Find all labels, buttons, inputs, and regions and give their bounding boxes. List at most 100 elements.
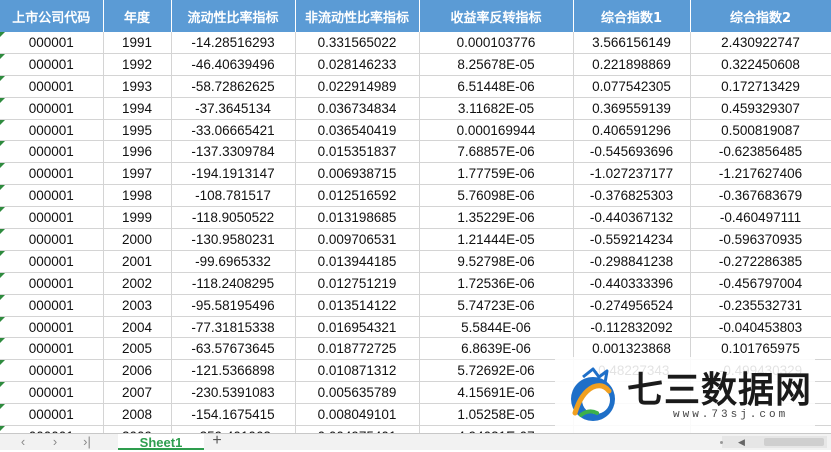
table-cell[interactable]: 1992 xyxy=(103,53,172,76)
table-cell[interactable]: 2007 xyxy=(103,381,172,405)
table-cell[interactable]: 1.05258E-05 xyxy=(419,403,574,427)
scroll-left-icon[interactable]: ◀ xyxy=(738,436,745,448)
table-cell[interactable]: 0.500819087 xyxy=(690,119,831,142)
table-cell[interactable]: -63.57673645 xyxy=(171,337,296,361)
table-cell[interactable]: 000001 xyxy=(0,381,104,405)
table-cell[interactable]: 000001 xyxy=(0,97,104,120)
table-cell[interactable]: 2008 xyxy=(103,403,172,427)
table-cell[interactable]: 0.012516592 xyxy=(295,184,420,208)
table-cell[interactable]: -0.440333396 xyxy=(573,272,691,295)
table-cell[interactable]: -0.376825303 xyxy=(573,184,691,208)
table-cell[interactable]: -0.112832092 xyxy=(573,316,691,339)
table-cell[interactable]: -0.040453803 xyxy=(690,316,831,339)
column-header[interactable]: 收益率反转指标 xyxy=(419,0,574,32)
table-cell[interactable]: 000001 xyxy=(0,316,104,339)
table-cell[interactable]: 2002 xyxy=(103,272,172,295)
table-cell[interactable]: 8.25678E-05 xyxy=(419,53,574,76)
table-cell[interactable]: 0.077542305 xyxy=(573,75,691,98)
table-cell[interactable]: -0.274956524 xyxy=(573,294,691,317)
table-cell[interactable]: 0.013514122 xyxy=(295,294,420,317)
add-sheet-button[interactable]: + xyxy=(208,433,226,449)
table-cell[interactable]: 000001 xyxy=(0,140,104,164)
table-cell[interactable]: 000001 xyxy=(0,250,104,273)
column-header[interactable]: 年度 xyxy=(103,0,172,32)
table-cell[interactable]: 3.11682E-05 xyxy=(419,97,574,120)
table-cell[interactable]: 1995 xyxy=(103,119,172,142)
table-cell[interactable]: -0.272286385 xyxy=(690,250,831,273)
table-cell[interactable]: 5.76098E-06 xyxy=(419,184,574,208)
table-cell[interactable]: -95.58195496 xyxy=(171,294,296,317)
table-cell[interactable]: 1.77759E-06 xyxy=(419,162,574,186)
table-cell[interactable]: 000001 xyxy=(0,403,104,427)
table-cell[interactable]: 5.74723E-06 xyxy=(419,294,574,317)
table-cell[interactable]: 5.5844E-06 xyxy=(419,316,574,339)
table-cell[interactable]: 1994 xyxy=(103,97,172,120)
table-cell[interactable]: 0.018772725 xyxy=(295,337,420,361)
table-cell[interactable]: 1996 xyxy=(103,140,172,164)
table-cell[interactable]: 000001 xyxy=(0,294,104,317)
table-cell[interactable]: -0.460497111 xyxy=(690,206,831,230)
table-cell[interactable]: 000001 xyxy=(0,272,104,295)
table-cell[interactable]: 1993 xyxy=(103,75,172,98)
table-cell[interactable]: 0.015351837 xyxy=(295,140,420,164)
table-cell[interactable]: 0.369559139 xyxy=(573,97,691,120)
table-cell[interactable]: 2000 xyxy=(103,228,172,251)
next-sheet-nav-icon[interactable]: › xyxy=(46,434,64,450)
table-cell[interactable]: 000001 xyxy=(0,53,104,76)
table-cell[interactable]: -0.545693696 xyxy=(573,140,691,164)
table-cell[interactable]: 000001 xyxy=(0,75,104,98)
table-cell[interactable]: 2003 xyxy=(103,294,172,317)
table-cell[interactable]: 000001 xyxy=(0,184,104,208)
table-cell[interactable]: 0.000103776 xyxy=(419,32,574,54)
table-cell[interactable]: 9.52798E-06 xyxy=(419,250,574,273)
table-cell[interactable]: 5.72692E-06 xyxy=(419,359,574,383)
tab-sheet1[interactable]: Sheet1 xyxy=(118,434,204,450)
table-cell[interactable]: 0.036540419 xyxy=(295,119,420,142)
table-cell[interactable]: -118.9050522 xyxy=(171,206,296,230)
table-cell[interactable]: 6.51448E-06 xyxy=(419,75,574,98)
table-cell[interactable]: -46.40639496 xyxy=(171,53,296,76)
table-cell[interactable]: -108.781517 xyxy=(171,184,296,208)
table-cell[interactable]: 0.022914989 xyxy=(295,75,420,98)
table-cell[interactable]: 2006 xyxy=(103,359,172,383)
table-cell[interactable]: -121.5366898 xyxy=(171,359,296,383)
table-cell[interactable]: 0.005635789 xyxy=(295,381,420,405)
first-sheet-nav-icon[interactable]: ‹ xyxy=(14,434,32,450)
table-cell[interactable]: 6.8639E-06 xyxy=(419,337,574,361)
table-cell[interactable]: 000001 xyxy=(0,32,104,54)
table-cell[interactable]: 1998 xyxy=(103,184,172,208)
table-cell[interactable]: 000001 xyxy=(0,337,104,361)
table-cell[interactable]: -99.6965332 xyxy=(171,250,296,273)
table-cell[interactable]: 0.322450608 xyxy=(690,53,831,76)
table-cell[interactable]: -1.217627406 xyxy=(690,162,831,186)
table-cell[interactable]: -0.298841238 xyxy=(573,250,691,273)
table-cell[interactable]: -0.456797004 xyxy=(690,272,831,295)
table-cell[interactable]: 0.012751219 xyxy=(295,272,420,295)
last-sheet-nav-icon[interactable]: ›| xyxy=(78,434,96,450)
table-cell[interactable]: -137.3309784 xyxy=(171,140,296,164)
table-cell[interactable]: -0.235532731 xyxy=(690,294,831,317)
table-cell[interactable]: -0.440367132 xyxy=(573,206,691,230)
table-cell[interactable]: 0.013944185 xyxy=(295,250,420,273)
table-cell[interactable]: 0.008049101 xyxy=(295,403,420,427)
table-cell[interactable]: 7.68857E-06 xyxy=(419,140,574,164)
table-cell[interactable]: -33.06665421 xyxy=(171,119,296,142)
table-cell[interactable]: -194.1913147 xyxy=(171,162,296,186)
table-cell[interactable]: -0.596370935 xyxy=(690,228,831,251)
table-cell[interactable]: 2005 xyxy=(103,337,172,361)
table-cell[interactable]: -230.5391083 xyxy=(171,381,296,405)
table-cell[interactable]: 2001 xyxy=(103,250,172,273)
table-cell[interactable]: 1997 xyxy=(103,162,172,186)
table-cell[interactable]: -130.9580231 xyxy=(171,228,296,251)
table-cell[interactable]: 1991 xyxy=(103,32,172,54)
table-cell[interactable]: 0.006938715 xyxy=(295,162,420,186)
table-cell[interactable]: 000001 xyxy=(0,162,104,186)
table-cell[interactable]: 0.221898869 xyxy=(573,53,691,76)
column-header[interactable]: 上市公司代码 xyxy=(0,0,104,32)
table-cell[interactable]: 000001 xyxy=(0,206,104,230)
table-cell[interactable]: -0.367683679 xyxy=(690,184,831,208)
column-header[interactable]: 综合指数1 xyxy=(573,0,691,32)
table-cell[interactable]: 0.010871312 xyxy=(295,359,420,383)
table-cell[interactable]: 000001 xyxy=(0,228,104,251)
table-cell[interactable]: 1.35229E-06 xyxy=(419,206,574,230)
